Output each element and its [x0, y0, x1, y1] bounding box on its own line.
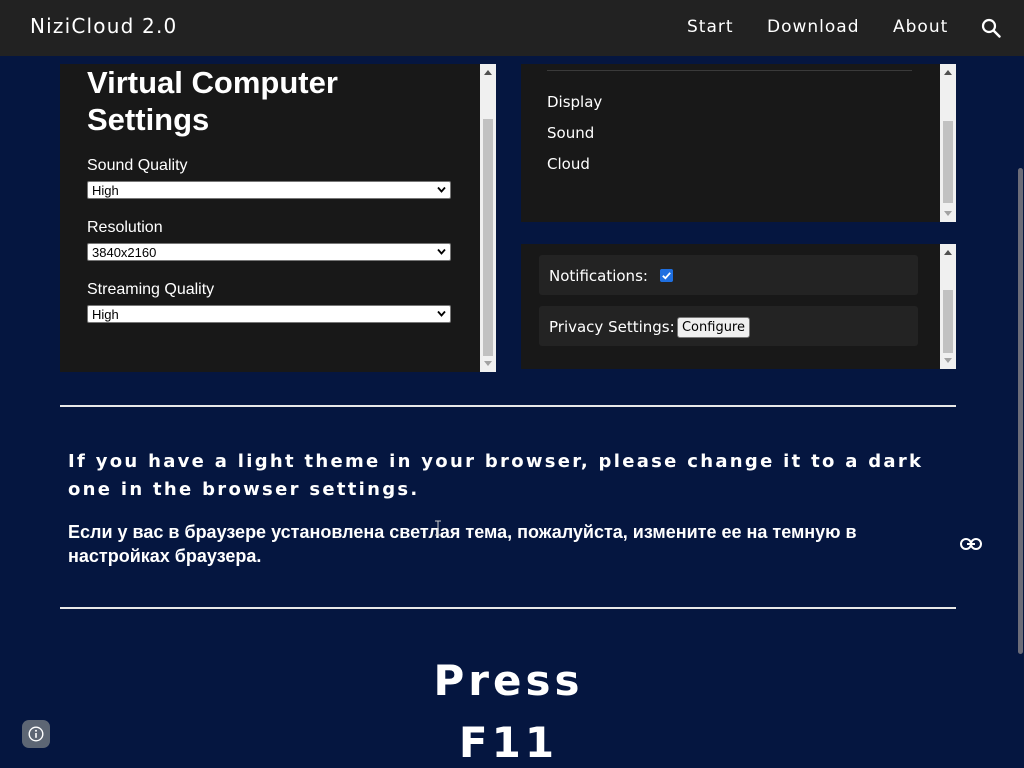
virtual-computer-settings-panel: Virtual Computer Settings Sound Quality … [60, 64, 496, 372]
scroll-down-arrow-icon[interactable] [944, 211, 952, 216]
settings-panel-scroll-thumb[interactable] [483, 119, 493, 356]
theme-notice-russian: Если у вас в браузере установлена светла… [68, 522, 857, 566]
info-glyph-icon [28, 726, 44, 742]
settings-panel-scrollbar[interactable] [480, 64, 496, 372]
categories-panel-scrollbar[interactable] [940, 64, 956, 222]
nav-link-start[interactable]: Start [687, 17, 734, 37]
category-item-display[interactable]: Display [547, 93, 602, 111]
categories-divider [547, 70, 912, 71]
notifications-row: Notifications: [539, 255, 918, 295]
scroll-down-arrow-icon[interactable] [484, 361, 492, 366]
section-divider-top [60, 405, 956, 407]
press-heading-line2: F11 [458, 718, 559, 767]
resolution-label: Resolution [87, 219, 163, 236]
settings-panel-title: Virtual Computer Settings [87, 65, 338, 137]
site-brand[interactable]: NiziCloud 2.0 [30, 14, 177, 38]
scroll-down-arrow-icon[interactable] [944, 358, 952, 363]
sound-quality-label: Sound Quality [87, 157, 188, 174]
sound-quality-value: High [92, 183, 119, 198]
scroll-up-arrow-icon[interactable] [944, 70, 952, 75]
options-panel-scroll-thumb[interactable] [943, 290, 953, 353]
notifications-label: Notifications: [549, 267, 648, 285]
scroll-up-arrow-icon[interactable] [484, 70, 492, 75]
section-divider-bottom [60, 607, 956, 609]
theme-notice-english: If you have a light theme in your browse… [68, 451, 924, 500]
category-item-cloud[interactable]: Cloud [547, 155, 590, 173]
text-cursor-icon [435, 520, 441, 536]
privacy-settings-row: Privacy Settings: Configure [539, 306, 918, 346]
settings-categories-panel: Display Sound Cloud [521, 64, 956, 222]
streaming-quality-label: Streaming Quality [87, 281, 215, 298]
info-icon[interactable] [22, 720, 50, 748]
category-item-sound[interactable]: Sound [547, 124, 594, 142]
chevron-down-icon [437, 248, 446, 255]
link-icon[interactable] [960, 537, 982, 551]
options-panel-scrollbar[interactable] [940, 244, 956, 369]
chevron-down-icon [437, 186, 446, 193]
nav-link-about[interactable]: About [893, 17, 948, 37]
resolution-select[interactable]: 3840x2160 [87, 243, 451, 261]
categories-panel-scroll-thumb[interactable] [943, 121, 953, 203]
top-navigation-bar: NiziCloud 2.0 Start Download About [0, 0, 1024, 56]
scroll-up-arrow-icon[interactable] [944, 250, 952, 255]
search-icon[interactable] [981, 18, 1001, 38]
chevron-down-icon [437, 310, 446, 317]
options-panel: Notifications: Privacy Settings: Configu… [521, 244, 956, 369]
resolution-value: 3840x2160 [92, 245, 157, 260]
streaming-quality-select[interactable]: High [87, 305, 451, 323]
page-scrollbar[interactable] [1017, 56, 1024, 768]
page-scrollbar-thumb[interactable] [1018, 168, 1023, 654]
notifications-checkbox[interactable] [660, 269, 673, 282]
privacy-settings-label: Privacy Settings: [549, 318, 675, 336]
streaming-quality-value: High [92, 307, 119, 322]
nav-link-download[interactable]: Download [767, 17, 860, 37]
sound-quality-select[interactable]: High [87, 181, 451, 199]
configure-button[interactable]: Configure [677, 317, 750, 338]
press-heading-line1: Press [433, 656, 584, 705]
